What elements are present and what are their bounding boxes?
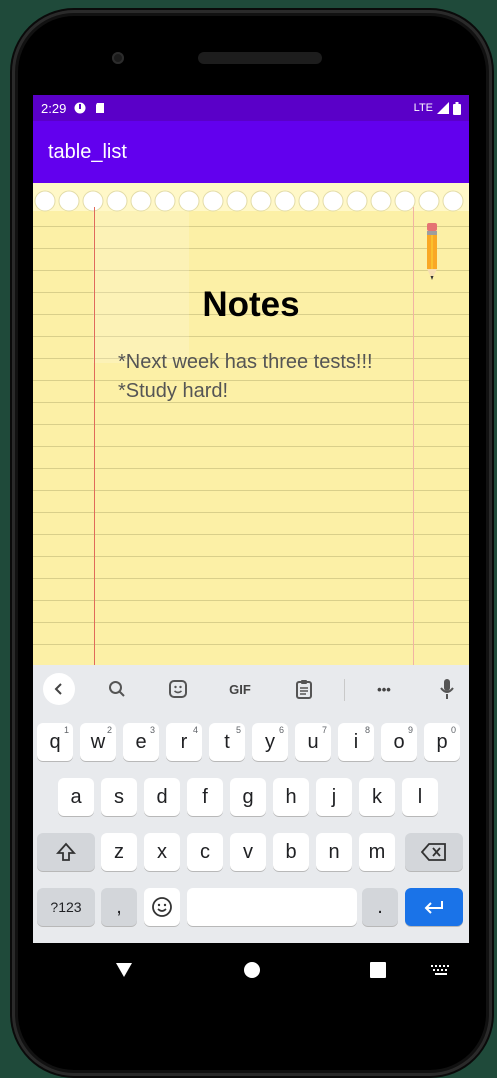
key-l[interactable]: l [402,778,438,816]
pencil-icon [427,223,437,280]
emoji-key[interactable] [144,888,180,926]
sticker-icon[interactable] [162,673,194,705]
key-label: y [265,730,275,753]
keyboard-switch-icon[interactable] [431,965,451,975]
key-v[interactable]: v [230,833,266,871]
key-hint: 9 [407,725,413,735]
key-t[interactable]: t5 [209,723,245,761]
key-hint: 2 [106,725,112,735]
key-x[interactable]: x [144,833,180,871]
key-w[interactable]: w2 [80,723,116,761]
key-hint: 7 [321,725,327,735]
key-label: q [49,730,61,753]
camera-icon [112,52,124,64]
key-label: p [436,730,448,753]
key-q[interactable]: q1 [37,723,73,761]
toolbar-divider [344,679,345,701]
keyboard-toolbar: GIF ••• [33,665,469,713]
backspace-icon [421,843,446,861]
space-key[interactable] [187,888,357,926]
key-d[interactable]: d [144,778,180,816]
key-hint: 5 [235,725,241,735]
back-icon[interactable] [115,961,133,979]
key-e[interactable]: e3 [123,723,159,761]
key-f[interactable]: f [187,778,223,816]
overview-icon[interactable] [369,961,387,979]
app-title: table_list [48,140,127,163]
key-label: o [393,730,405,753]
key-label: u [307,730,319,753]
key-k[interactable]: k [359,778,395,816]
comma-key[interactable]: , [101,888,137,926]
status-right: LTE [413,101,461,115]
key-c[interactable]: c [187,833,223,871]
enter-icon [424,901,443,914]
key-o[interactable]: o9 [381,723,417,761]
key-g[interactable]: g [230,778,266,816]
shift-key[interactable] [37,833,95,871]
sd-card-icon [96,103,105,113]
backspace-key[interactable] [405,833,463,871]
note-line-1[interactable]: *Next week has three tests!!! [118,351,373,374]
gif-button[interactable]: GIF [224,673,256,705]
network-type: LTE [413,102,433,114]
emoji-icon [152,897,172,917]
key-hint: 1 [63,725,69,735]
key-p[interactable]: p0 [424,723,460,761]
data-saver-icon [74,102,86,114]
signal-icon [437,102,449,114]
key-label: r [180,730,188,753]
key-u[interactable]: u7 [295,723,331,761]
key-a[interactable]: a [58,778,94,816]
key-m[interactable]: m [359,833,395,871]
key-i[interactable]: i8 [338,723,374,761]
chevron-left-icon[interactable] [43,673,75,705]
key-z[interactable]: z [101,833,137,871]
period-key[interactable]: . [362,888,398,926]
key-y[interactable]: y6 [252,723,288,761]
enter-key[interactable] [405,888,463,926]
microphone-icon[interactable] [431,673,463,705]
clipboard-icon[interactable] [288,673,320,705]
soft-keyboard: GIF ••• q1 w2 e3 r4 t5 y6 u7 i8 o9 p0 a … [33,665,469,943]
key-j[interactable]: j [316,778,352,816]
more-options-button[interactable]: ••• [368,673,400,705]
key-h[interactable]: h [273,778,309,816]
key-hint: 3 [149,725,155,735]
key-label: i [353,730,359,753]
key-hint: 0 [450,725,456,735]
home-icon[interactable] [243,961,261,979]
notes-title: Notes [202,285,300,324]
screen: 2:29 LTE table_list Notes *Next week has… [33,95,469,1010]
key-n[interactable]: n [316,833,352,871]
key-hint: 4 [192,725,198,735]
status-time: 2:29 [41,100,67,116]
speaker-grille [198,52,322,64]
battery-icon [453,101,461,115]
app-bar: table_list [33,121,469,183]
key-hint: 6 [278,725,284,735]
status-bar: 2:29 LTE [33,95,469,121]
note-line-2[interactable]: *Study hard! [118,380,228,403]
search-icon[interactable] [101,673,133,705]
shift-icon [56,842,76,861]
key-s[interactable]: s [101,778,137,816]
paper-holes [33,183,469,212]
symbols-key[interactable]: ?123 [37,888,95,926]
key-label: t [224,730,230,753]
key-r[interactable]: r4 [166,723,202,761]
key-label: w [90,730,106,753]
key-b[interactable]: b [273,833,309,871]
key-label: e [135,730,147,753]
navigation-bar [33,943,469,1010]
key-hint: 8 [364,725,370,735]
